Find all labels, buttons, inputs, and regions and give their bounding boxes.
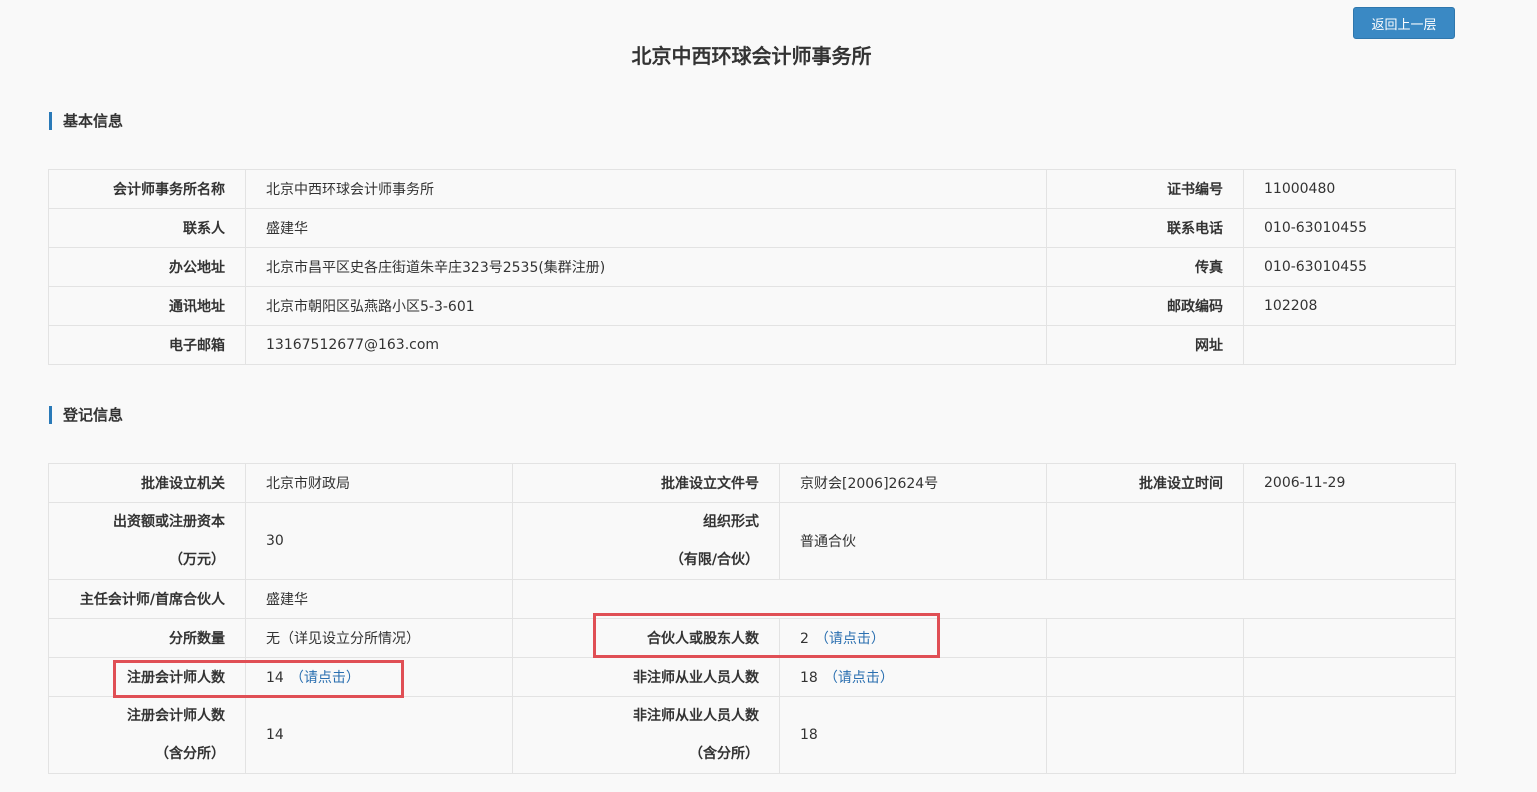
- approval-doc-value: 京财会[2006]2624号: [779, 463, 1047, 503]
- non-cpa-total-label: 非注师从业人员人数 （含分所）: [512, 696, 780, 774]
- chief-accountant-value: 盛建华: [245, 579, 513, 619]
- table-row: 注册会计师人数 14 （请点击） 非注师从业人员人数 18 （请点击）: [48, 657, 1456, 697]
- approval-date-value: 2006-11-29: [1243, 463, 1456, 503]
- phone-label: 联系电话: [1046, 208, 1244, 248]
- cpa-count-cell: 14 （请点击）: [245, 657, 513, 697]
- table-row: 批准设立机关 北京市财政局 批准设立文件号 京财会[2006]2624号 批准设…: [48, 463, 1456, 503]
- empty-cell: [1046, 696, 1244, 774]
- website-label: 网址: [1046, 325, 1244, 365]
- table-row: 办公地址 北京市昌平区史各庄街道朱辛庄323号2535(集群注册) 传真 010…: [48, 247, 1456, 287]
- certificate-no-value: 11000480: [1243, 169, 1456, 209]
- empty-cell: [512, 579, 1456, 619]
- table-row: 联系人 盛建华 联系电话 010-63010455: [48, 208, 1456, 248]
- section-title-basic: 基本信息: [49, 112, 123, 130]
- partners-count-link[interactable]: （请点击）: [815, 631, 885, 647]
- cpa-total-value: 14: [245, 696, 513, 774]
- approval-authority-label: 批准设立机关: [48, 463, 246, 503]
- cpa-count-value: 14: [266, 670, 284, 686]
- table-row: 通讯地址 北京市朝阳区弘燕路小区5-3-601 邮政编码 102208: [48, 286, 1456, 326]
- non-cpa-total-label-line2: （含分所）: [689, 746, 759, 762]
- fax-label: 传真: [1046, 247, 1244, 287]
- table-row: 电子邮箱 13167512677@163.com 网址: [48, 325, 1456, 365]
- approval-authority-value: 北京市财政局: [245, 463, 513, 503]
- non-cpa-count-cell: 18 （请点击）: [779, 657, 1047, 697]
- cpa-total-label: 注册会计师人数 （含分所）: [48, 696, 246, 774]
- non-cpa-count-label: 非注师从业人员人数: [512, 657, 780, 697]
- partners-count-cell: 2 （请点击）: [779, 618, 1047, 658]
- office-address-label: 办公地址: [48, 247, 246, 287]
- table-row: 注册会计师人数 （含分所） 14 非注师从业人员人数 （含分所） 18: [48, 696, 1456, 774]
- empty-cell: [1046, 618, 1244, 658]
- website-value: [1243, 325, 1456, 365]
- capital-value: 30: [245, 502, 513, 580]
- firm-name-value: 北京中西环球会计师事务所: [245, 169, 1047, 209]
- contact-label: 联系人: [48, 208, 246, 248]
- cpa-total-label-line2: （含分所）: [155, 746, 225, 762]
- branch-count-label: 分所数量: [48, 618, 246, 658]
- empty-cell: [1243, 657, 1456, 697]
- table-row: 分所数量 无（详见设立分所情况） 合伙人或股东人数 2 （请点击）: [48, 618, 1456, 658]
- table-row: 主任会计师/首席合伙人 盛建华: [48, 579, 1456, 619]
- firm-name-label: 会计师事务所名称: [48, 169, 246, 209]
- non-cpa-count-value: 18: [800, 670, 818, 686]
- empty-cell: [1046, 657, 1244, 697]
- org-form-label-line1: 组织形式: [703, 514, 759, 530]
- office-address-value: 北京市昌平区史各庄街道朱辛庄323号2535(集群注册): [245, 247, 1047, 287]
- certificate-no-label: 证书编号: [1046, 169, 1244, 209]
- fax-value: 010-63010455: [1243, 247, 1456, 287]
- non-cpa-total-value: 18: [779, 696, 1047, 774]
- cpa-total-label-line1: 注册会计师人数: [127, 708, 225, 724]
- capital-label: 出资额或注册资本 （万元）: [48, 502, 246, 580]
- mailing-address-value: 北京市朝阳区弘燕路小区5-3-601: [245, 286, 1047, 326]
- back-button[interactable]: 返回上一层: [1353, 7, 1455, 39]
- approval-date-label: 批准设立时间: [1046, 463, 1244, 503]
- empty-cell: [1243, 618, 1456, 658]
- table-row: 会计师事务所名称 北京中西环球会计师事务所 证书编号 11000480: [48, 169, 1456, 209]
- approval-doc-label: 批准设立文件号: [512, 463, 780, 503]
- org-form-label-line2: （有限/合伙）: [669, 552, 759, 568]
- postcode-value: 102208: [1243, 286, 1456, 326]
- section-title-registration: 登记信息: [49, 406, 123, 424]
- basic-info-table: 会计师事务所名称 北京中西环球会计师事务所 证书编号 11000480 联系人 …: [48, 169, 1456, 365]
- empty-cell: [1243, 696, 1456, 774]
- non-cpa-count-link[interactable]: （请点击）: [824, 670, 894, 686]
- empty-cell: [1243, 502, 1456, 580]
- partners-count-label: 合伙人或股东人数: [512, 618, 780, 658]
- postcode-label: 邮政编码: [1046, 286, 1244, 326]
- mailing-address-label: 通讯地址: [48, 286, 246, 326]
- email-value: 13167512677@163.com: [245, 325, 1047, 365]
- capital-label-line1: 出资额或注册资本: [113, 514, 225, 530]
- registration-info-table: 批准设立机关 北京市财政局 批准设立文件号 京财会[2006]2624号 批准设…: [48, 463, 1456, 774]
- capital-label-line2: （万元）: [169, 552, 225, 568]
- page-title: 北京中西环球会计师事务所: [631, 44, 872, 68]
- contact-value: 盛建华: [245, 208, 1047, 248]
- phone-value: 010-63010455: [1243, 208, 1456, 248]
- empty-cell: [1046, 502, 1244, 580]
- table-row: 出资额或注册资本 （万元） 30 组织形式 （有限/合伙） 普通合伙: [48, 502, 1456, 580]
- cpa-count-link[interactable]: （请点击）: [290, 670, 360, 686]
- branch-count-value: 无（详见设立分所情况）: [245, 618, 513, 658]
- org-form-value: 普通合伙: [779, 502, 1047, 580]
- chief-accountant-label: 主任会计师/首席合伙人: [48, 579, 246, 619]
- email-label: 电子邮箱: [48, 325, 246, 365]
- non-cpa-total-label-line1: 非注师从业人员人数: [633, 708, 759, 724]
- org-form-label: 组织形式 （有限/合伙）: [512, 502, 780, 580]
- partners-count-value: 2: [800, 631, 809, 647]
- cpa-count-label: 注册会计师人数: [48, 657, 246, 697]
